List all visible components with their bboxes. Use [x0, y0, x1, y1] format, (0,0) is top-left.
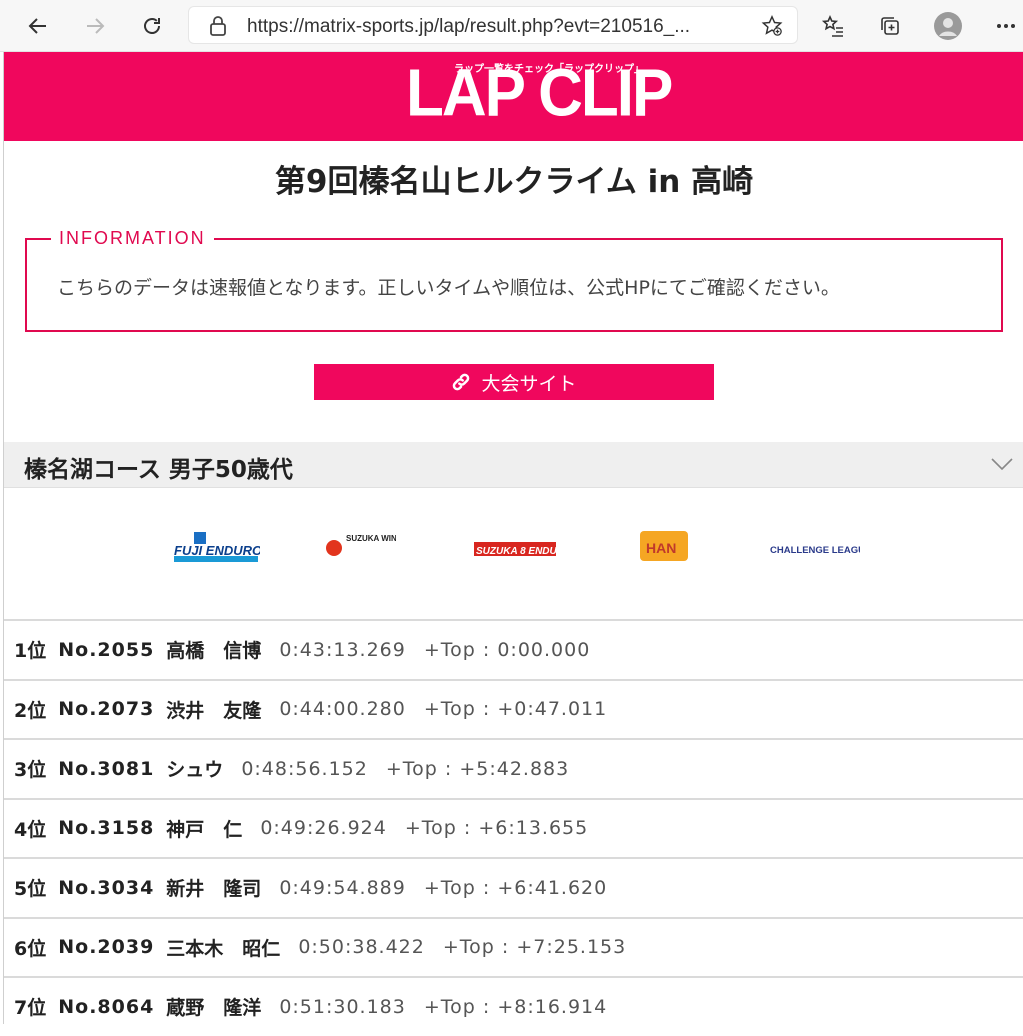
sponsor-text: SUZUKA 8 ENDURO — [476, 546, 558, 557]
page-content: ラップ一覧をチェック「ラップクリップ」 LAP CLIP 第9回榛名山ヒルクライ… — [3, 52, 1023, 1024]
logo-text: LAP CLIP — [406, 56, 673, 131]
chevron-down-icon — [991, 458, 1013, 471]
event-site-label: 大会サイト — [481, 372, 577, 395]
back-button[interactable] — [20, 8, 56, 44]
browser-toolbar: https://matrix-sports.jp/lap/result.php?… — [0, 0, 1023, 52]
result-rank: 2位 — [14, 699, 47, 722]
result-gap: +Top : +8:16.914 — [423, 995, 608, 1018]
result-gap: +Top : +6:41.620 — [423, 876, 608, 899]
result-time: 0:51:30.183 — [279, 995, 406, 1018]
result-time: 0:44:00.280 — [279, 698, 406, 721]
sponsor-text: SUZUKA WINTER ENDURO — [346, 534, 396, 543]
result-rank: 5位 — [14, 878, 47, 901]
sponsor-text: CHALLENGE LEAGUE — [770, 545, 860, 556]
add-favorite-icon[interactable] — [761, 15, 783, 37]
result-row[interactable]: 3位 No.3081 シュウ 0:48:56.152 +Top : +5:42.883 — [4, 738, 1023, 798]
result-row[interactable]: 6位 No.2039 三本木 昭仁 0:50:38.422 +Top : +7:25.1… — [4, 916, 1023, 977]
results-list: 1位 No.2055 高橋 信博 0:43:13.269 +Top : 0:00.000… — [4, 619, 1023, 1036]
site-header: ラップ一覧をチェック「ラップクリップ」 LAP CLIP — [4, 52, 1023, 141]
link-icon — [453, 373, 470, 391]
result-name: 新井 隆司 — [166, 878, 262, 901]
result-name: 三本木 昭仁 — [166, 937, 281, 960]
result-row[interactable]: 7位 No.8064 蔵野 隆洋 0:51:30.183 +Top : +8:16.91… — [4, 976, 1023, 1036]
collections-button[interactable] — [872, 8, 908, 44]
result-row[interactable]: 5位 No.3034 新井 隆司 0:49:54.889 +Top : +6:41.62… — [4, 857, 1023, 917]
result-name: 高橋 信博 — [166, 640, 262, 663]
more-dots-icon — [997, 24, 1015, 28]
result-time: 0:50:38.422 — [298, 936, 425, 959]
result-number: No.2055 — [58, 638, 155, 661]
favorites-list-icon — [821, 15, 843, 37]
result-name: シュウ — [166, 759, 224, 782]
sponsor-text: FUJI ENDURO — [174, 543, 260, 558]
result-rank: 4位 — [14, 818, 47, 841]
result-time: 0:49:54.889 — [279, 876, 406, 899]
result-gap: +Top : +0:47.011 — [423, 698, 608, 721]
collections-icon — [881, 17, 899, 35]
result-rank: 7位 — [14, 997, 47, 1020]
result-rank: 3位 — [14, 759, 47, 782]
information-box: INFORMATION こちらのデータは速報値となります。正しいタイムや順位は、… — [25, 228, 1003, 332]
result-rank: 1位 — [14, 640, 47, 663]
category-header[interactable]: 榛名湖コース 男子50歳代 — [4, 442, 1023, 488]
refresh-icon — [144, 18, 160, 34]
avatar-icon — [934, 12, 962, 40]
information-label: INFORMATION — [51, 228, 214, 249]
category-title: 榛名湖コース 男子50歳代 — [24, 457, 293, 483]
sponsor-banner: FUJI ENDURO SUZUKA WINTER ENDURO SUZUKA … — [4, 488, 1023, 620]
sponsor-logo[interactable]: CHALLENGE LEAGUE — [768, 528, 860, 568]
result-gap: +Top : +7:25.153 — [442, 936, 627, 959]
sponsor-logo[interactable]: SUZUKA WINTER ENDURO — [324, 528, 396, 568]
event-site-button[interactable]: 大会サイト — [314, 364, 714, 400]
result-row[interactable]: 4位 No.3158 神戸 仁 0:49:26.924 +Top : +6:13.655 — [4, 797, 1023, 858]
result-rank: 6位 — [14, 937, 47, 960]
result-name: 神戸 仁 — [166, 818, 243, 841]
sponsor-logo[interactable]: FUJI ENDURO — [172, 528, 260, 568]
sponsor-logo[interactable]: SUZUKA 8 ENDURO — [472, 528, 558, 568]
result-time: 0:43:13.269 — [279, 638, 406, 661]
event-title: 第9回榛名山ヒルクライム in 高崎 — [274, 164, 754, 200]
result-number: No.2039 — [58, 936, 155, 959]
forward-arrow-icon — [87, 18, 105, 34]
sponsor-text: HAN — [646, 540, 676, 556]
result-row[interactable]: 1位 No.2055 高橋 信博 0:43:13.269 +Top : 0:00.000 — [4, 619, 1023, 679]
result-number: No.3158 — [58, 817, 155, 840]
result-number: No.3034 — [58, 876, 155, 899]
result-gap: +Top : 0:00.000 — [423, 638, 591, 661]
result-time: 0:49:26.924 — [260, 817, 387, 840]
result-name: 蔵野 隆洋 — [166, 997, 262, 1020]
information-text: こちらのデータは速報値となります。正しいタイムや順位は、公式HPにてご確認くださ… — [57, 277, 840, 299]
result-row[interactable]: 2位 No.2073 渋井 友隆 0:44:00.280 +Top : +0:47.01… — [4, 678, 1023, 739]
result-gap: +Top : +6:13.655 — [404, 817, 589, 840]
result-number: No.8064 — [58, 995, 155, 1018]
profile-button[interactable] — [930, 8, 966, 44]
result-name: 渋井 友隆 — [166, 699, 262, 722]
refresh-button[interactable] — [134, 8, 170, 44]
forward-button[interactable] — [77, 8, 113, 44]
result-gap: +Top : +5:42.883 — [385, 757, 570, 780]
url-text: https://matrix-sports.jp/lap/result.php?… — [247, 16, 691, 37]
address-bar[interactable]: https://matrix-sports.jp/lap/result.php?… — [188, 6, 798, 44]
favorites-button[interactable] — [815, 8, 851, 44]
result-time: 0:48:56.152 — [241, 757, 368, 780]
result-number: No.3081 — [58, 757, 155, 780]
result-number: No.2073 — [58, 698, 155, 721]
sponsor-logo[interactable]: HAN — [636, 528, 692, 568]
back-arrow-icon — [28, 18, 46, 34]
lock-icon — [210, 16, 226, 36]
settings-menu-button[interactable] — [988, 8, 1023, 44]
